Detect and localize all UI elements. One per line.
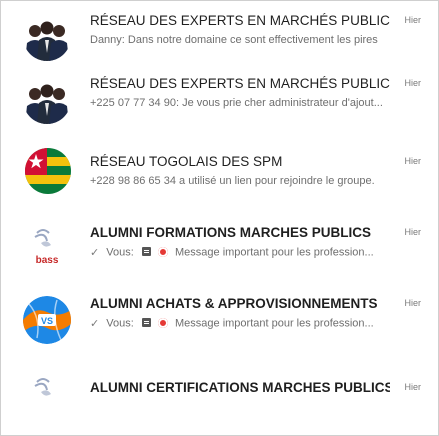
chat-time: Hier <box>404 382 421 392</box>
chat-message: a utilisé un lien pour rejoindre le grou… <box>179 175 375 188</box>
chat-item[interactable]: RÉSEAU DES EXPERTS EN MARCHÉS PUBLICS &.… <box>1 70 438 142</box>
chat-sender: +228 98 86 65 34 <box>90 175 176 188</box>
chat-time: Hier <box>404 78 421 88</box>
read-check-icon: ✓ <box>90 318 100 330</box>
bass-logo-text: bass <box>36 255 59 266</box>
chat-item[interactable]: ALUMNI CERTIFICATIONS MARCHES PUBLICS Hi… <box>1 372 438 435</box>
chat-time: Hier <box>404 15 421 25</box>
bass-logo-avatar[interactable]: bass <box>23 223 71 271</box>
chat-title: RÉSEAU DES EXPERTS EN MARCHÉS PUBLICS &.… <box>90 76 390 91</box>
read-check-icon: ✓ <box>90 247 100 259</box>
bass-logo-avatar[interactable] <box>23 372 71 420</box>
chat-item[interactable]: RÉSEAU DES EXPERTS EN MARCHÉS PUBLICS &.… <box>1 7 438 79</box>
chat-title: ALUMNI FORMATIONS MARCHES PUBLICS <box>90 225 371 240</box>
chat-preview: ✓ Vous: Message important pour les profe… <box>90 317 410 330</box>
document-icon <box>141 318 151 327</box>
chat-item[interactable]: VS ALUMNI ACHATS & APPROVISIONNEMENTS Hi… <box>1 290 438 362</box>
chat-message: Je vous prie cher administrateur d'ajout… <box>182 97 383 110</box>
chat-preview: Danny: Dans notre domaine ce sont effect… <box>90 34 410 46</box>
group-photo-avatar[interactable] <box>23 76 71 124</box>
chat-time: Hier <box>404 298 421 308</box>
chat-message: Message important pour les profession... <box>175 317 374 330</box>
chat-title: ALUMNI CERTIFICATIONS MARCHES PUBLICS <box>90 380 390 395</box>
chat-preview: ✓ Vous: Message important pour les profe… <box>90 246 410 259</box>
chat-sender: Vous: <box>106 246 134 259</box>
chat-sender: Vous: <box>106 317 134 330</box>
group-photo-avatar[interactable] <box>23 13 71 61</box>
target-icon <box>157 246 168 257</box>
document-icon <box>141 247 151 256</box>
chat-title: ALUMNI ACHATS & APPROVISIONNEMENTS <box>90 296 378 311</box>
chat-sender: +225 07 77 34 90: <box>90 97 179 110</box>
chat-message: Dans notre domaine ce sont effectivement… <box>127 34 378 47</box>
globe-logo-text: VS <box>41 316 53 326</box>
target-icon <box>157 317 168 328</box>
chat-item[interactable]: bass ALUMNI FORMATIONS MARCHES PUBLICS H… <box>1 219 438 291</box>
chat-title: RÉSEAU TOGOLAIS DES SPM <box>90 154 283 169</box>
chat-preview: +228 98 86 65 34 a utilisé un lien pour … <box>90 175 410 187</box>
chat-time: Hier <box>404 227 421 237</box>
chat-time: Hier <box>404 156 421 166</box>
togo-flag-avatar[interactable] <box>25 148 71 194</box>
globe-vs-avatar[interactable]: VS <box>23 296 71 344</box>
chat-sender: Danny: <box>90 34 125 47</box>
chat-preview: +225 07 77 34 90: Je vous prie cher admi… <box>90 97 410 109</box>
chat-title: RÉSEAU DES EXPERTS EN MARCHÉS PUBLICS &.… <box>90 13 390 28</box>
chat-item[interactable]: RÉSEAU TOGOLAIS DES SPM Hier +228 98 86 … <box>1 148 438 220</box>
chat-message: Message important pour les profession... <box>175 246 374 259</box>
chat-list: RÉSEAU DES EXPERTS EN MARCHÉS PUBLICS &.… <box>0 0 439 436</box>
